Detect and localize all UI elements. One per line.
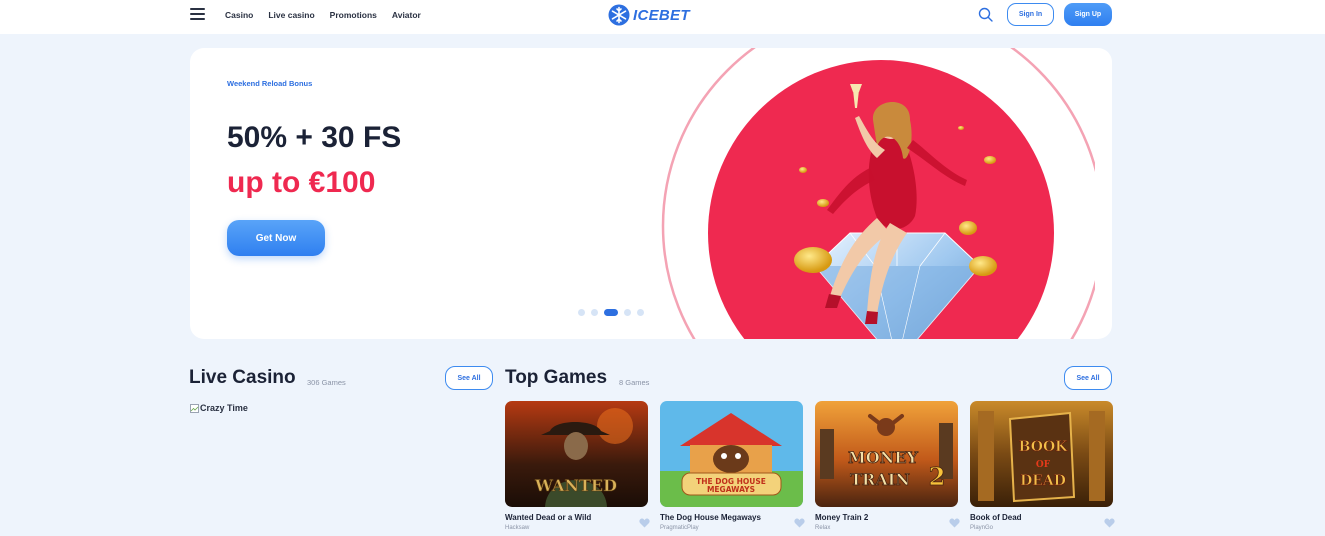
top-games-count: 8 Games (619, 378, 650, 387)
icebet-logo[interactable]: ICEBET (608, 4, 690, 26)
slide-dot-2[interactable] (591, 309, 598, 316)
snowflake-icon (608, 4, 630, 26)
promo-banner[interactable]: Weekend Reload Bonus 50% + 30 FS up to €… (190, 48, 1112, 339)
thumb-title-3: 2 (929, 462, 946, 491)
thumb-title-2: OF (1036, 460, 1051, 470)
get-now-button[interactable]: Get Now (227, 220, 325, 256)
game-name: Book of Dead (970, 513, 1022, 522)
promo-amount: up to €100 (227, 166, 376, 199)
thumb-title-1: BOOK (1019, 439, 1068, 455)
live-casino-see-all-button[interactable]: See All (445, 366, 493, 390)
thumb-title-2: TRAIN (850, 470, 910, 489)
heart-icon[interactable] (639, 518, 650, 528)
heart-icon[interactable] (949, 518, 960, 528)
sign-in-button[interactable]: Sign In (1007, 3, 1054, 26)
hamburger-icon[interactable] (190, 8, 205, 20)
thumb-title: WANTED (534, 476, 617, 495)
slide-dot-4[interactable] (624, 309, 631, 316)
top-games-title: Top Games (505, 367, 608, 388)
game-name: Money Train 2 (815, 513, 869, 522)
main-nav: Casino Live casino Promotions Aviator (225, 10, 421, 20)
promo-headline: 50% + 30 FS (227, 121, 402, 154)
heart-icon[interactable] (794, 518, 805, 528)
logo-text: ICEBET (633, 6, 690, 24)
thumb-title-3: DEAD (1020, 473, 1066, 489)
nav-promotions[interactable]: Promotions (330, 10, 377, 20)
slide-dot-1[interactable] (578, 309, 585, 316)
game-card-dog-house[interactable]: THE DOG HOUSE MEGAWAYS The Dog House Mega… (660, 401, 805, 531)
top-header: Casino Live casino Promotions Aviator IC… (0, 0, 1325, 34)
game-card-money-train[interactable]: MONEY TRAIN 2 Money Train 2 Relax (815, 401, 960, 531)
game-thumbnail[interactable]: MONEY TRAIN 2 (815, 401, 958, 507)
live-casino-title: Live Casino (189, 367, 296, 388)
game-card-book-of-dead[interactable]: BOOK OF DEAD Book of Dead PlaynGo (970, 401, 1115, 531)
slide-dot-5[interactable] (637, 309, 644, 316)
search-icon[interactable] (978, 7, 993, 22)
game-provider: Hacksaw (505, 525, 530, 531)
live-casino-count: 306 Games (307, 378, 346, 387)
game-provider: PlaynGo (970, 525, 994, 531)
top-games-see-all-button[interactable]: See All (1064, 366, 1112, 390)
slider-dots (578, 309, 644, 316)
game-card-wanted[interactable]: WANTED Wanted Dead or a Wild Hacksaw (505, 401, 650, 531)
nav-live-casino[interactable]: Live casino (268, 10, 314, 20)
nav-casino[interactable]: Casino (225, 10, 253, 20)
crazy-time-image[interactable]: Crazy Time (190, 403, 248, 413)
crazy-time-alt-text: Crazy Time (200, 403, 248, 413)
heart-icon[interactable] (1104, 518, 1115, 528)
game-provider: PragmaticPlay (660, 525, 699, 531)
game-name: Wanted Dead or a Wild (505, 513, 592, 522)
nav-aviator[interactable]: Aviator (392, 10, 421, 20)
game-thumbnail[interactable]: WANTED (505, 401, 648, 507)
thumb-title-1: MONEY (848, 448, 918, 467)
broken-image-icon (190, 403, 199, 413)
sign-up-button[interactable]: Sign Up (1064, 3, 1112, 26)
promo-artwork (661, 48, 1095, 339)
game-thumbnail[interactable]: THE DOG HOUSE MEGAWAYS (660, 401, 803, 507)
promo-tag: Weekend Reload Bonus (227, 79, 313, 88)
game-provider: Relax (815, 525, 831, 531)
slide-dot-3-active[interactable] (604, 309, 618, 316)
game-name: The Dog House Megaways (660, 513, 761, 522)
game-thumbnail[interactable]: BOOK OF DEAD (970, 401, 1113, 507)
